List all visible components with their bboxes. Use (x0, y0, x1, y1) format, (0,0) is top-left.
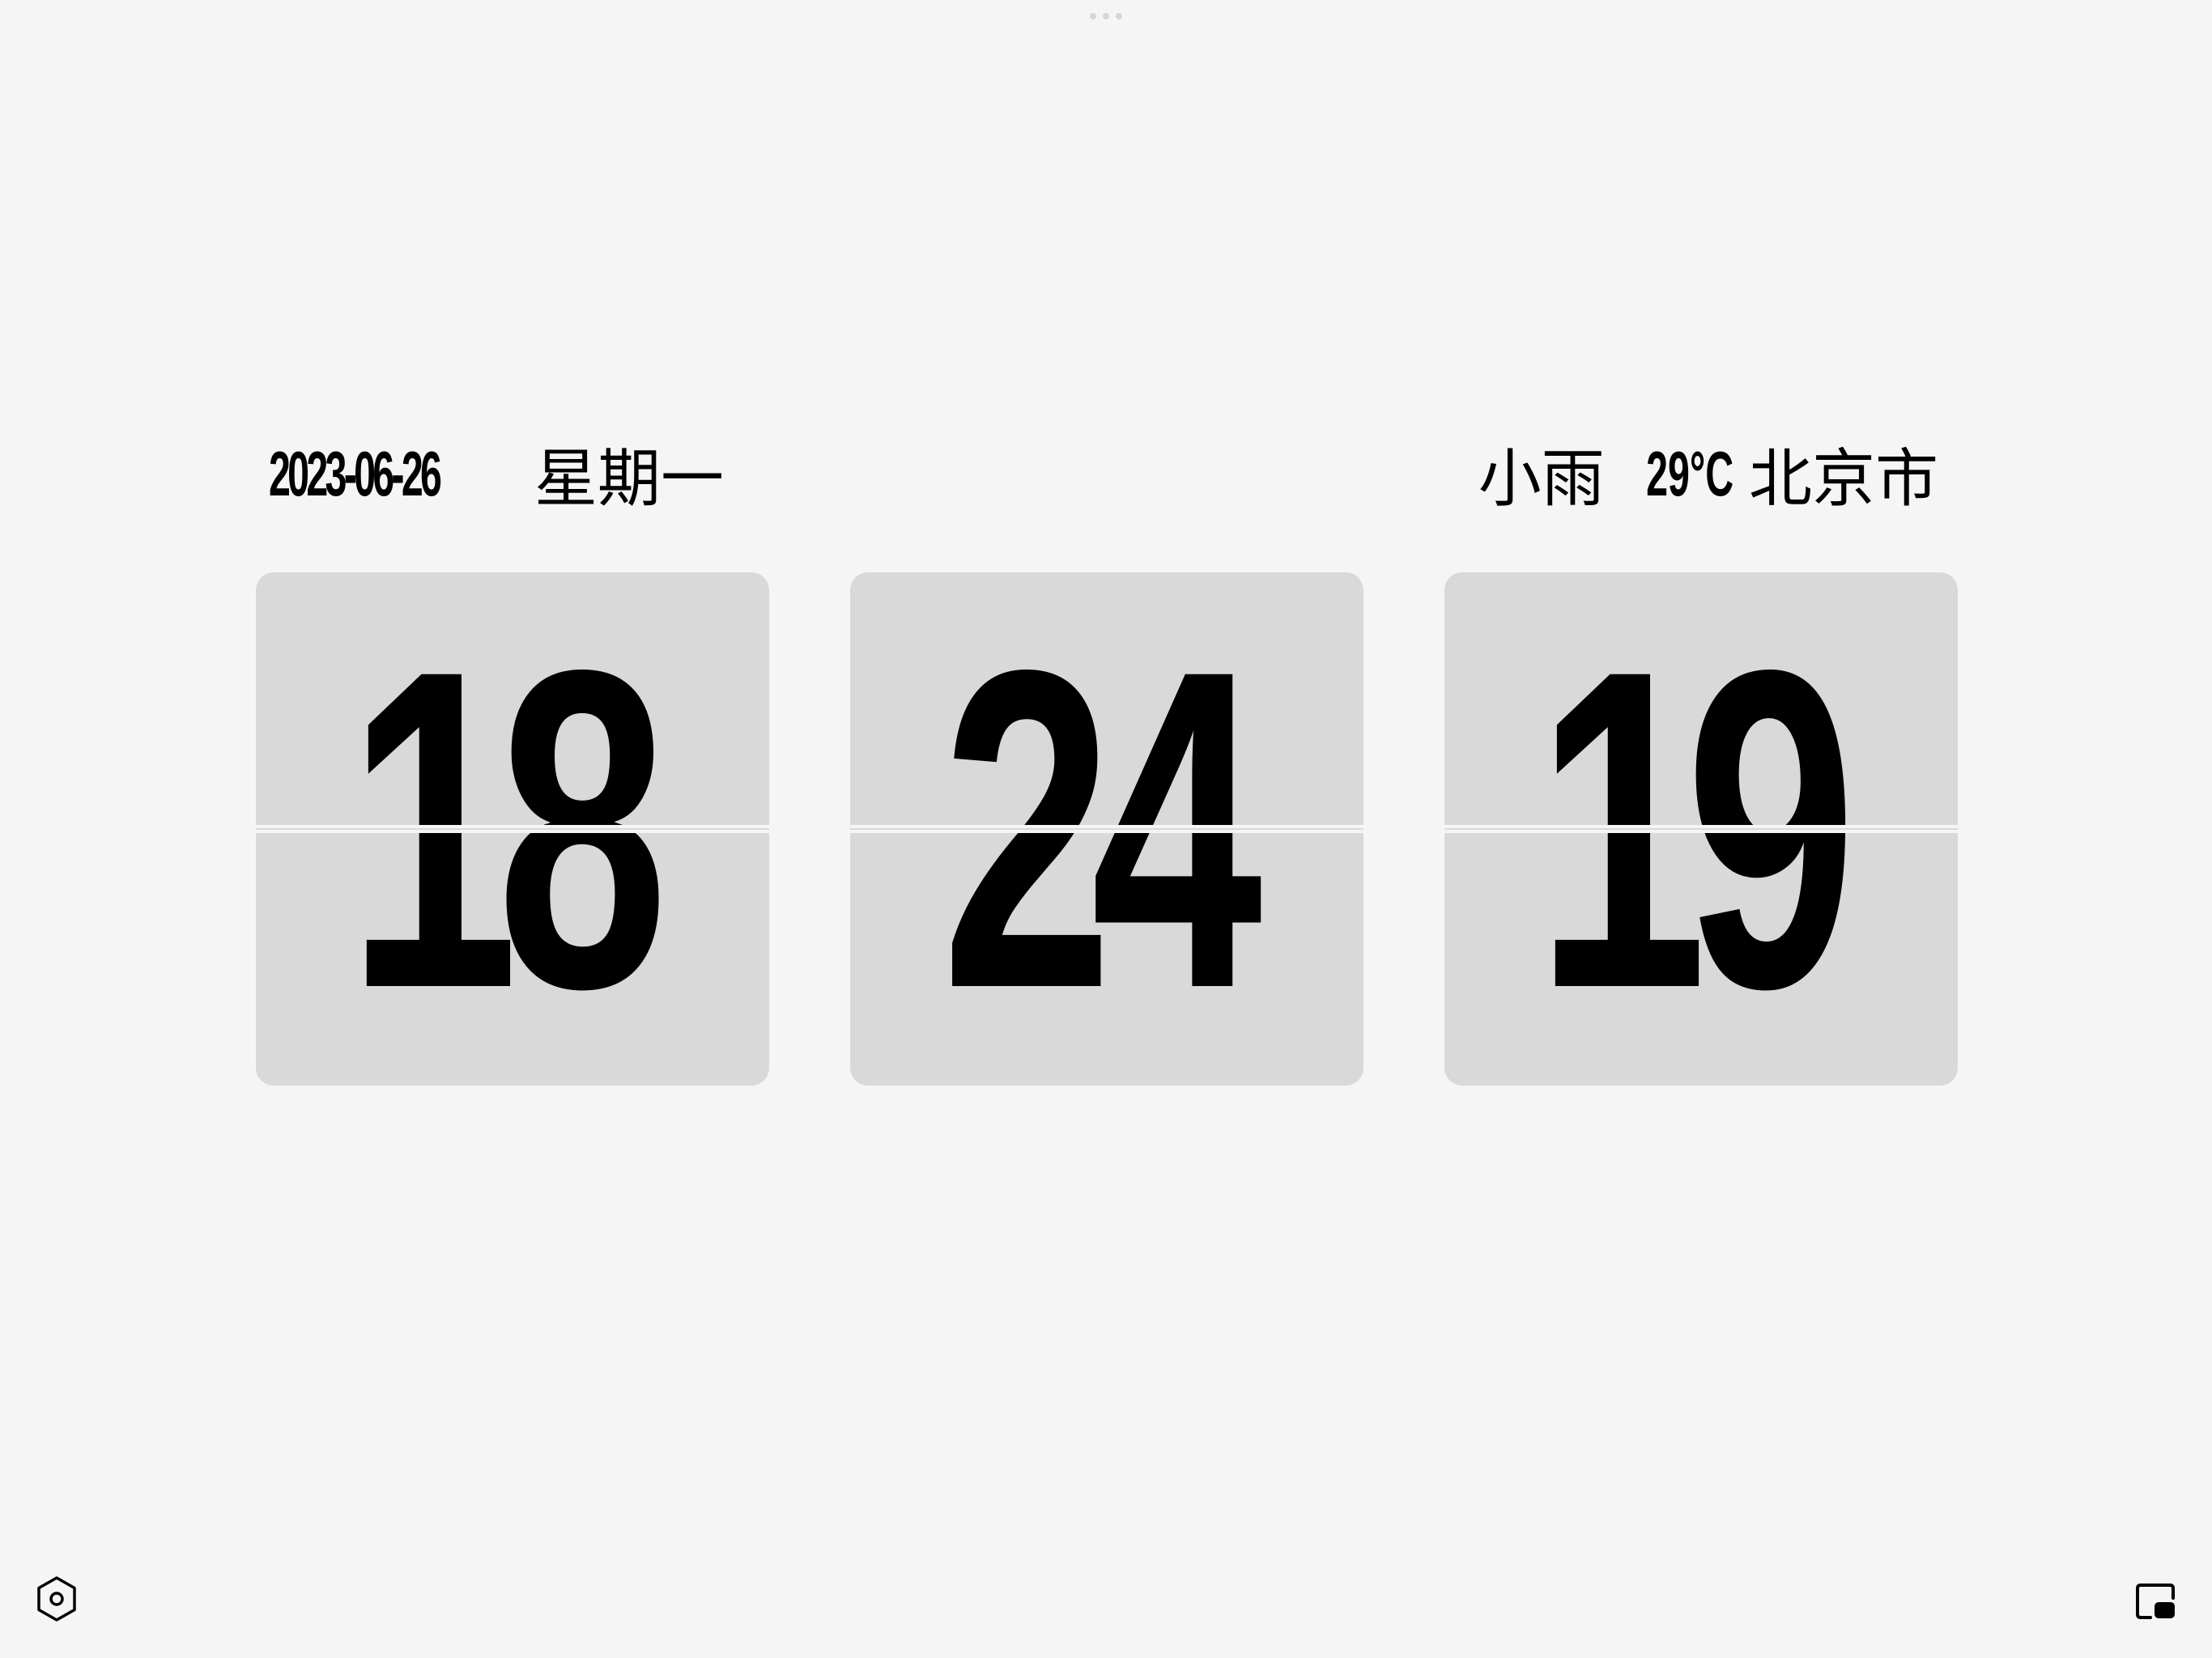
multitask-dot (1116, 13, 1122, 19)
minutes-card: 24 (850, 572, 1363, 1086)
card-split-line (1444, 825, 1958, 833)
settings-button[interactable] (36, 1575, 78, 1622)
date-text: 2023-06-26 (269, 437, 442, 509)
card-split-line (256, 825, 769, 833)
seconds-card: 19 (1444, 572, 1958, 1086)
flip-cards: 18 24 19 (256, 572, 1958, 1086)
weather-temperature: 29°C (1645, 437, 1733, 509)
weather-condition: 小雨 (1478, 443, 1605, 516)
hours-card: 18 (256, 572, 769, 1086)
screen-mode-button[interactable] (2134, 1582, 2176, 1621)
multitask-dot (1103, 13, 1109, 19)
weekday-text: 星期一 (534, 443, 725, 516)
card-split-line (850, 825, 1363, 833)
screen-mode-icon (2136, 1584, 2175, 1619)
flip-clock-screen: 2023-06-26 星期一 小雨 29°C 北京市 18 24 19 (0, 0, 2212, 1658)
weather-info: 小雨 29°C 北京市 (1478, 437, 1938, 517)
multitask-indicator[interactable] (1090, 13, 1122, 19)
date-info: 2023-06-26 星期一 (269, 437, 724, 517)
settings-hexagon-icon (37, 1576, 76, 1622)
multitask-dot (1090, 13, 1096, 19)
weather-city: 北京市 (1748, 443, 1938, 516)
